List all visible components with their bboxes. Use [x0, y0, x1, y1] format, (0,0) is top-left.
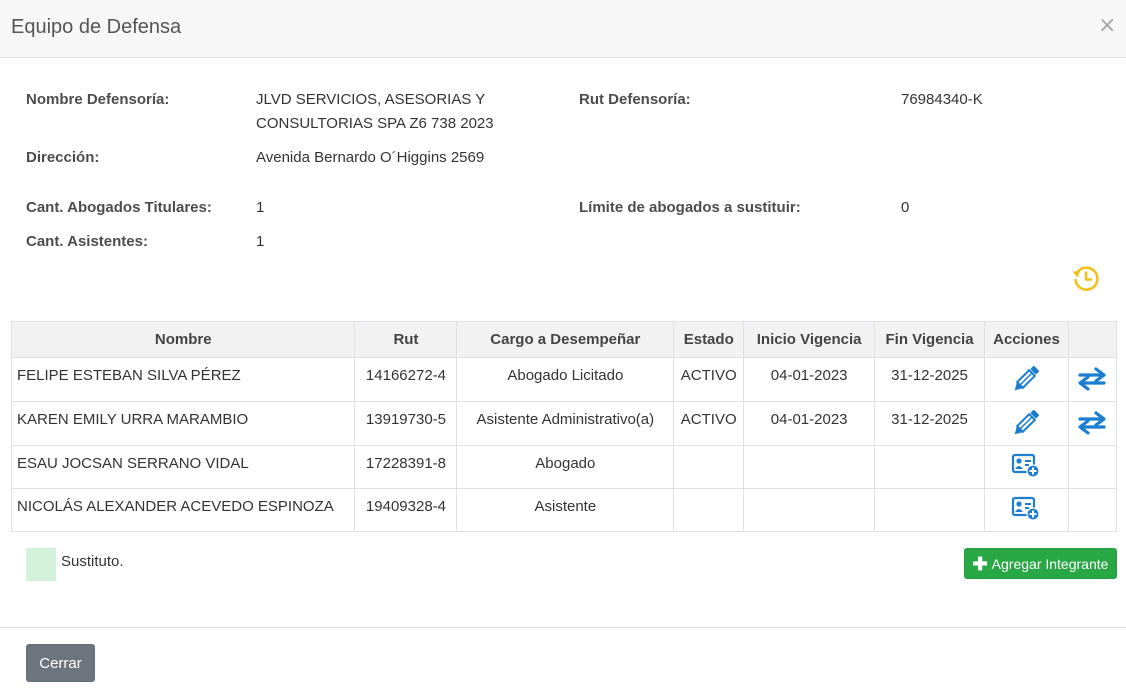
header-acciones: Acciones	[983, 321, 1069, 358]
cell-actions	[983, 357, 1069, 402]
table-row: NICOLÁS ALEXANDER ACEVEDO ESPINOZA 19409…	[10, 488, 1118, 532]
add-user-card-icon[interactable]	[1011, 453, 1041, 479]
cell-estado: ACTIVO	[673, 357, 745, 402]
table-row: ESAU JOCSAN SERRANO VIDAL 17228391-8 Abo…	[10, 445, 1118, 489]
cell-inicio	[743, 445, 876, 489]
plus-icon: ✚	[972, 553, 988, 574]
header-extra	[1067, 321, 1118, 358]
legend-label: Sustituto.	[61, 553, 124, 570]
cell-actions	[983, 488, 1069, 532]
cell-cargo: Asistente Administrativo(a)	[456, 401, 675, 446]
table-row: FELIPE ESTEBAN SILVA PÉREZ 14166272-4 Ab…	[10, 357, 1118, 402]
legend-swatch	[26, 548, 56, 581]
cell-nombre: FELIPE ESTEBAN SILVA PÉREZ	[10, 357, 356, 402]
nombre-defensoria-value-line1: JLVD SERVICIOS, ASESORIAS Y	[256, 91, 486, 108]
cell-estado	[673, 488, 745, 532]
cell-swap	[1067, 401, 1118, 446]
team-table: Nombre Rut Cargo a Desempeñar Estado Ini…	[10, 321, 1118, 532]
close-button[interactable]: Cerrar	[26, 644, 95, 682]
cant-asistentes-label: Cant. Asistentes:	[26, 233, 148, 250]
cell-rut: 17228391-8	[354, 445, 458, 489]
cell-fin	[874, 488, 985, 532]
rut-defensoria-value: 76984340-K	[901, 91, 983, 108]
defense-team-modal: Equipo de Defensa × Nombre Defensoría: J…	[0, 0, 1126, 691]
direccion-value: Avenida Bernardo O´Higgins 2569	[256, 149, 485, 166]
nombre-defensoria-value-line2: CONSULTORIAS SPA Z6 738 2023	[256, 115, 494, 132]
cell-swap	[1067, 488, 1118, 532]
add-member-label: Agregar Integrante	[991, 555, 1109, 572]
footer-divider	[0, 627, 1126, 628]
cell-cargo: Abogado	[456, 445, 675, 489]
cell-actions	[983, 401, 1069, 446]
cell-fin: 31-12-2025	[874, 401, 985, 446]
cant-titulares-label: Cant. Abogados Titulares:	[26, 199, 212, 216]
header-inicio: Inicio Vigencia	[743, 321, 876, 358]
limite-value: 0	[901, 199, 910, 216]
add-user-card-icon[interactable]	[1011, 496, 1041, 522]
cell-swap	[1067, 357, 1118, 402]
add-member-button[interactable]: ✚ Agregar Integrante	[964, 548, 1117, 579]
cell-inicio: 04-01-2023	[743, 401, 876, 446]
modal-title: Equipo de Defensa	[11, 16, 182, 38]
cell-actions	[983, 445, 1069, 489]
pencil-icon[interactable]	[1008, 405, 1044, 441]
header-rut: Rut	[354, 321, 458, 358]
modal-header: Equipo de Defensa ×	[0, 0, 1126, 58]
cell-nombre: NICOLÁS ALEXANDER ACEVEDO ESPINOZA	[10, 488, 356, 532]
cell-fin: 31-12-2025	[874, 357, 985, 402]
table-row: KAREN EMILY URRA MARAMBIO 13919730-5 Asi…	[10, 401, 1118, 446]
pencil-icon[interactable]	[1008, 361, 1044, 397]
direccion-label: Dirección:	[26, 149, 100, 166]
nombre-defensoria-label: Nombre Defensoría:	[26, 91, 170, 108]
cell-nombre: KAREN EMILY URRA MARAMBIO	[10, 401, 356, 446]
header-cargo: Cargo a Desempeñar	[456, 321, 675, 358]
close-x-button[interactable]: ×	[1098, 15, 1116, 37]
cell-estado	[673, 445, 745, 489]
swap-arrows-icon[interactable]	[1076, 366, 1108, 392]
rut-defensoria-label: Rut Defensoría:	[579, 91, 691, 108]
header-fin: Fin Vigencia	[874, 321, 985, 358]
cell-rut: 14166272-4	[354, 357, 458, 402]
cell-estado: ACTIVO	[673, 401, 745, 446]
cant-asistentes-value: 1	[256, 233, 265, 250]
cell-rut: 13919730-5	[354, 401, 458, 446]
cell-fin	[874, 445, 985, 489]
swap-arrows-icon[interactable]	[1076, 410, 1108, 436]
header-estado: Estado	[673, 321, 745, 358]
cell-rut: 19409328-4	[354, 488, 458, 532]
cell-swap	[1067, 445, 1118, 489]
table-header-row: Nombre Rut Cargo a Desempeñar Estado Ini…	[10, 321, 1118, 358]
cell-cargo: Abogado Licitado	[456, 357, 675, 402]
cant-titulares-value: 1	[256, 199, 265, 216]
history-clock-icon[interactable]	[1071, 264, 1101, 294]
limite-label: Límite de abogados a sustituir:	[579, 199, 801, 216]
cell-cargo: Asistente	[456, 488, 675, 532]
header-nombre: Nombre	[10, 321, 356, 358]
cell-inicio: 04-01-2023	[743, 357, 876, 402]
cell-inicio	[743, 488, 876, 532]
cell-nombre: ESAU JOCSAN SERRANO VIDAL	[10, 445, 356, 489]
